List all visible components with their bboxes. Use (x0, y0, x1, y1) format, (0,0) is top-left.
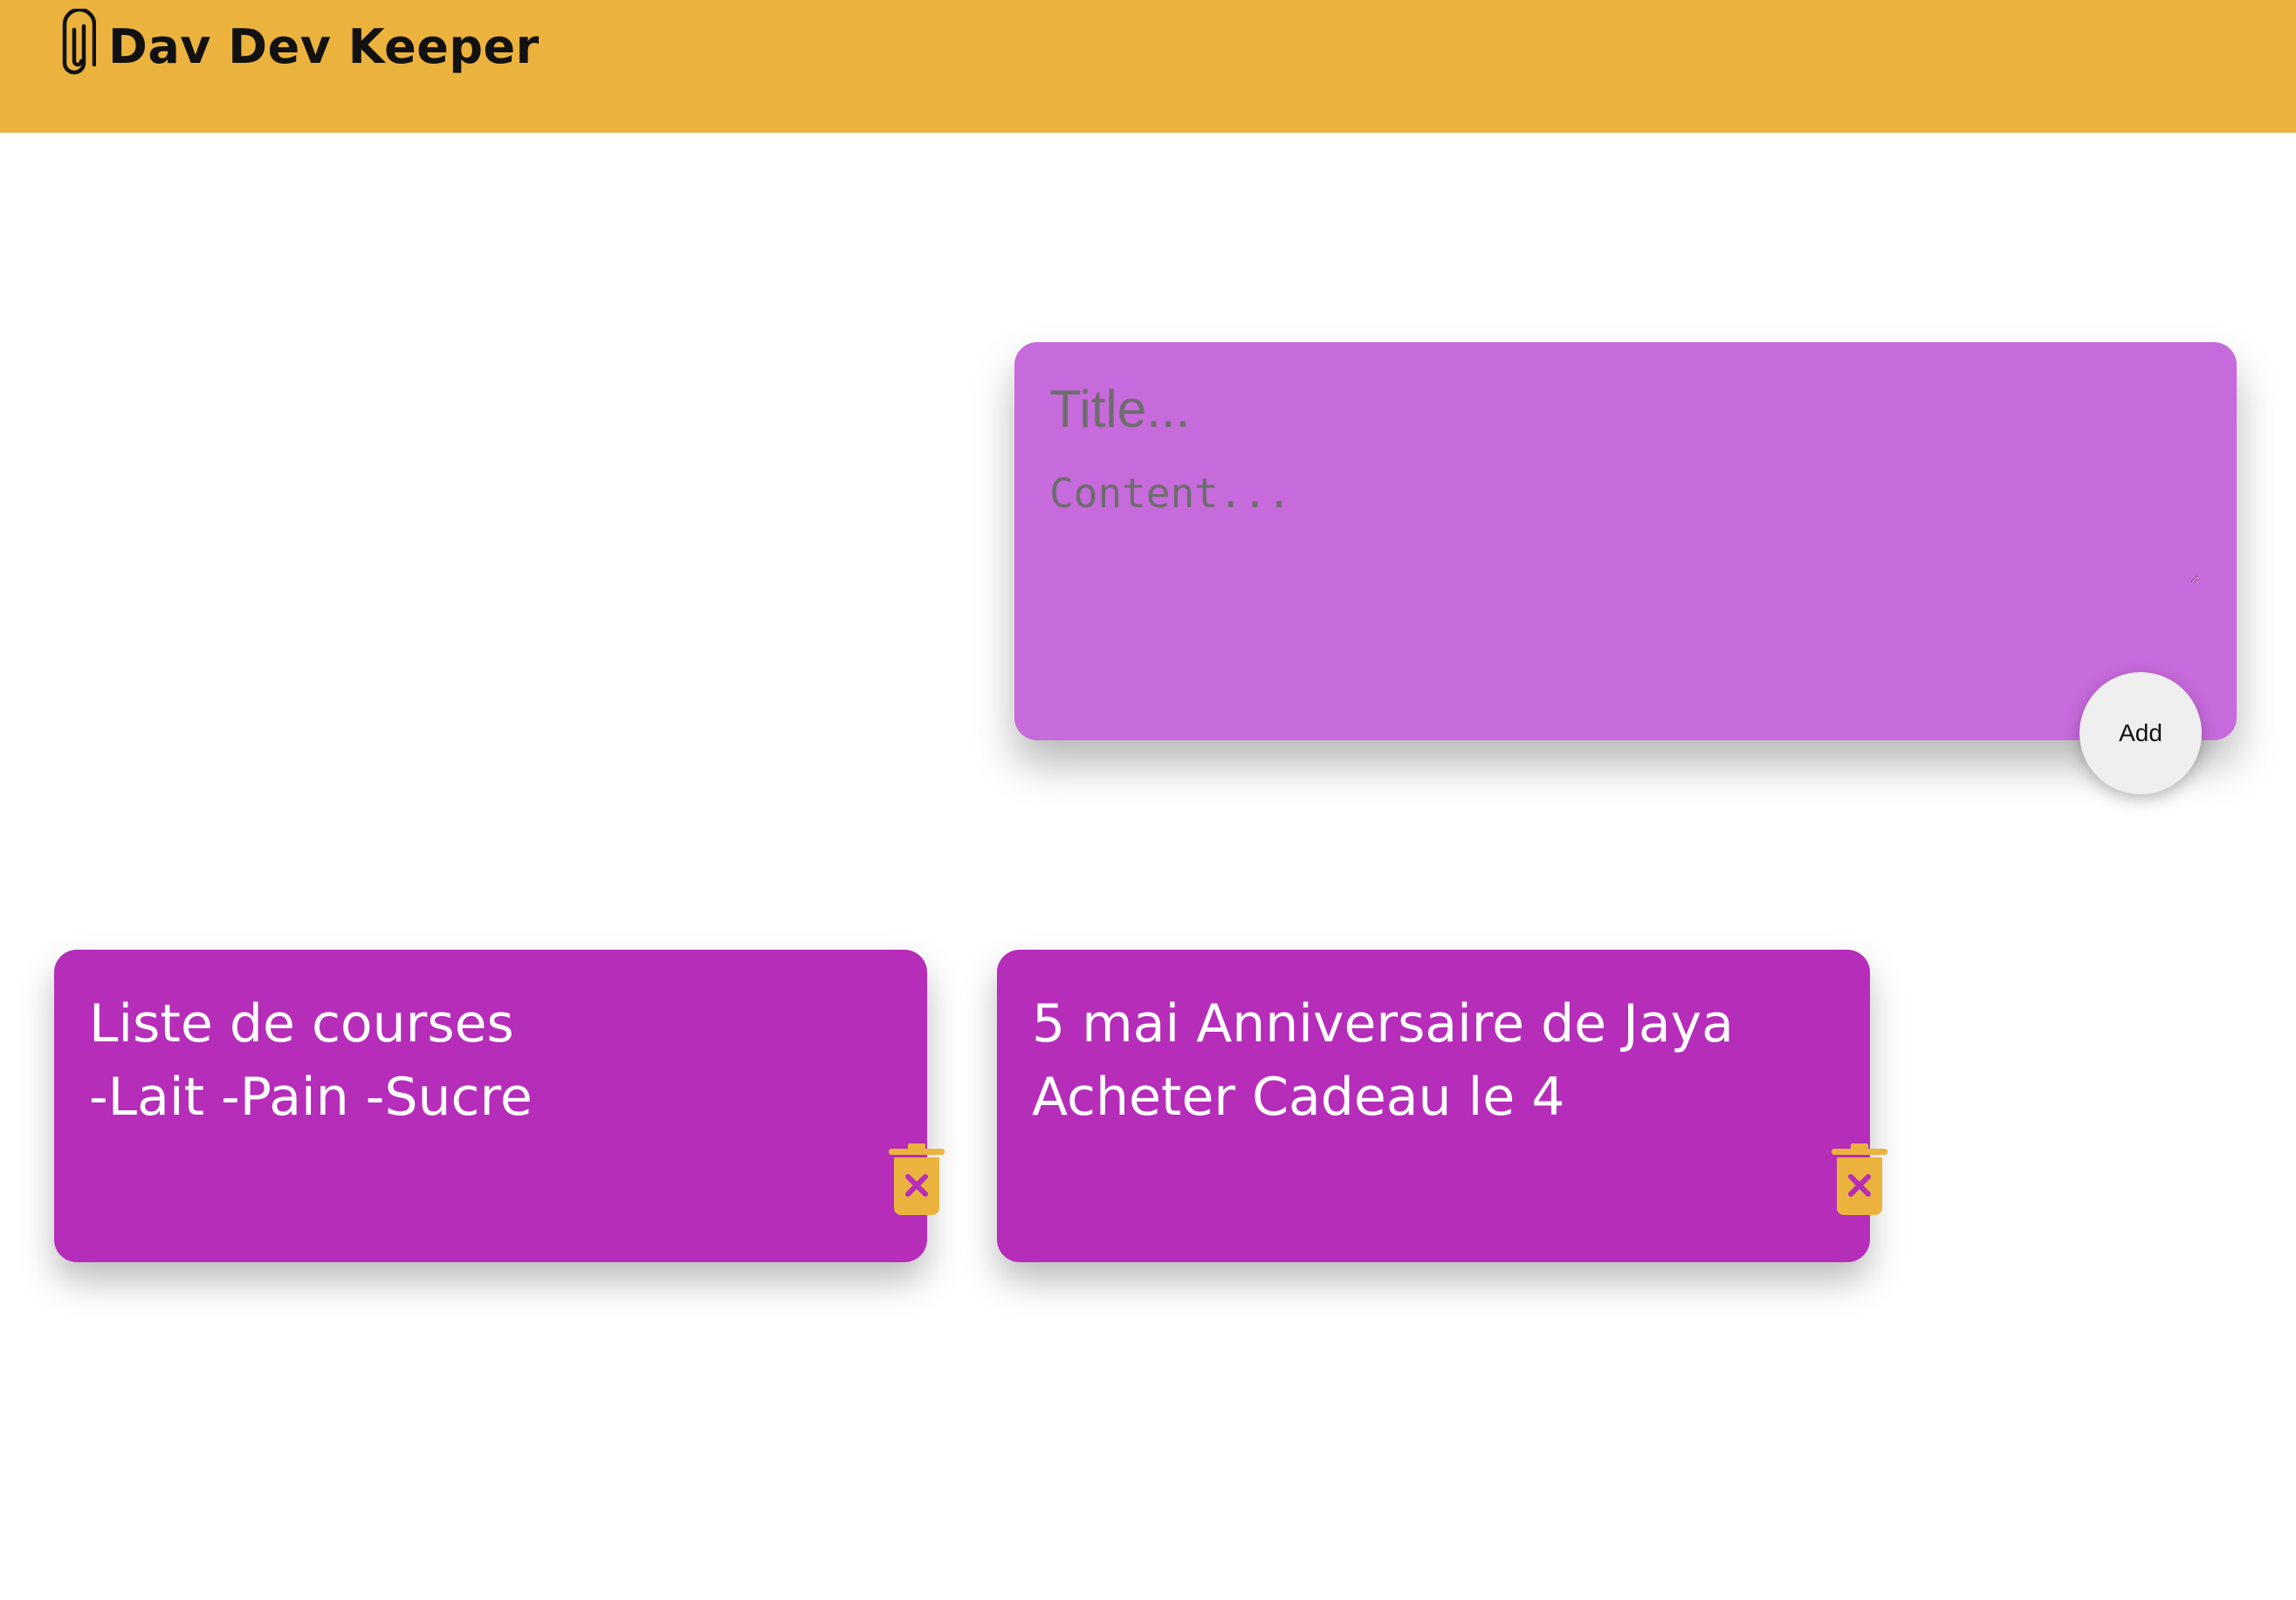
brand: Dav Dev Keeper (52, 7, 540, 86)
note-title: Liste de courses (89, 993, 514, 1054)
trash-delete-icon[interactable] (889, 1143, 945, 1215)
note-content-input[interactable] (1049, 470, 2198, 583)
create-note-form: Add (1014, 342, 2237, 794)
note-title-input[interactable] (1049, 374, 2184, 443)
note-title: 5 mai Anniversaire de Jaya (1032, 993, 1734, 1054)
note-card: Liste de courses -Lait -Pain -Sucre (54, 950, 945, 1262)
note-card: 5 mai Anniversaire de Jaya Acheter Cadea… (997, 950, 1887, 1262)
app-title: Dav Dev Keeper (108, 18, 540, 74)
add-button[interactable]: Add (2079, 672, 2202, 794)
trash-delete-icon[interactable] (1832, 1143, 1887, 1215)
note-content: Acheter Cadeau le 4 (1032, 1067, 1565, 1128)
app-header: Dav Dev Keeper (0, 0, 2296, 133)
note-content: -Lait -Pain -Sucre (89, 1067, 533, 1128)
paperclip-icon (62, 9, 96, 75)
